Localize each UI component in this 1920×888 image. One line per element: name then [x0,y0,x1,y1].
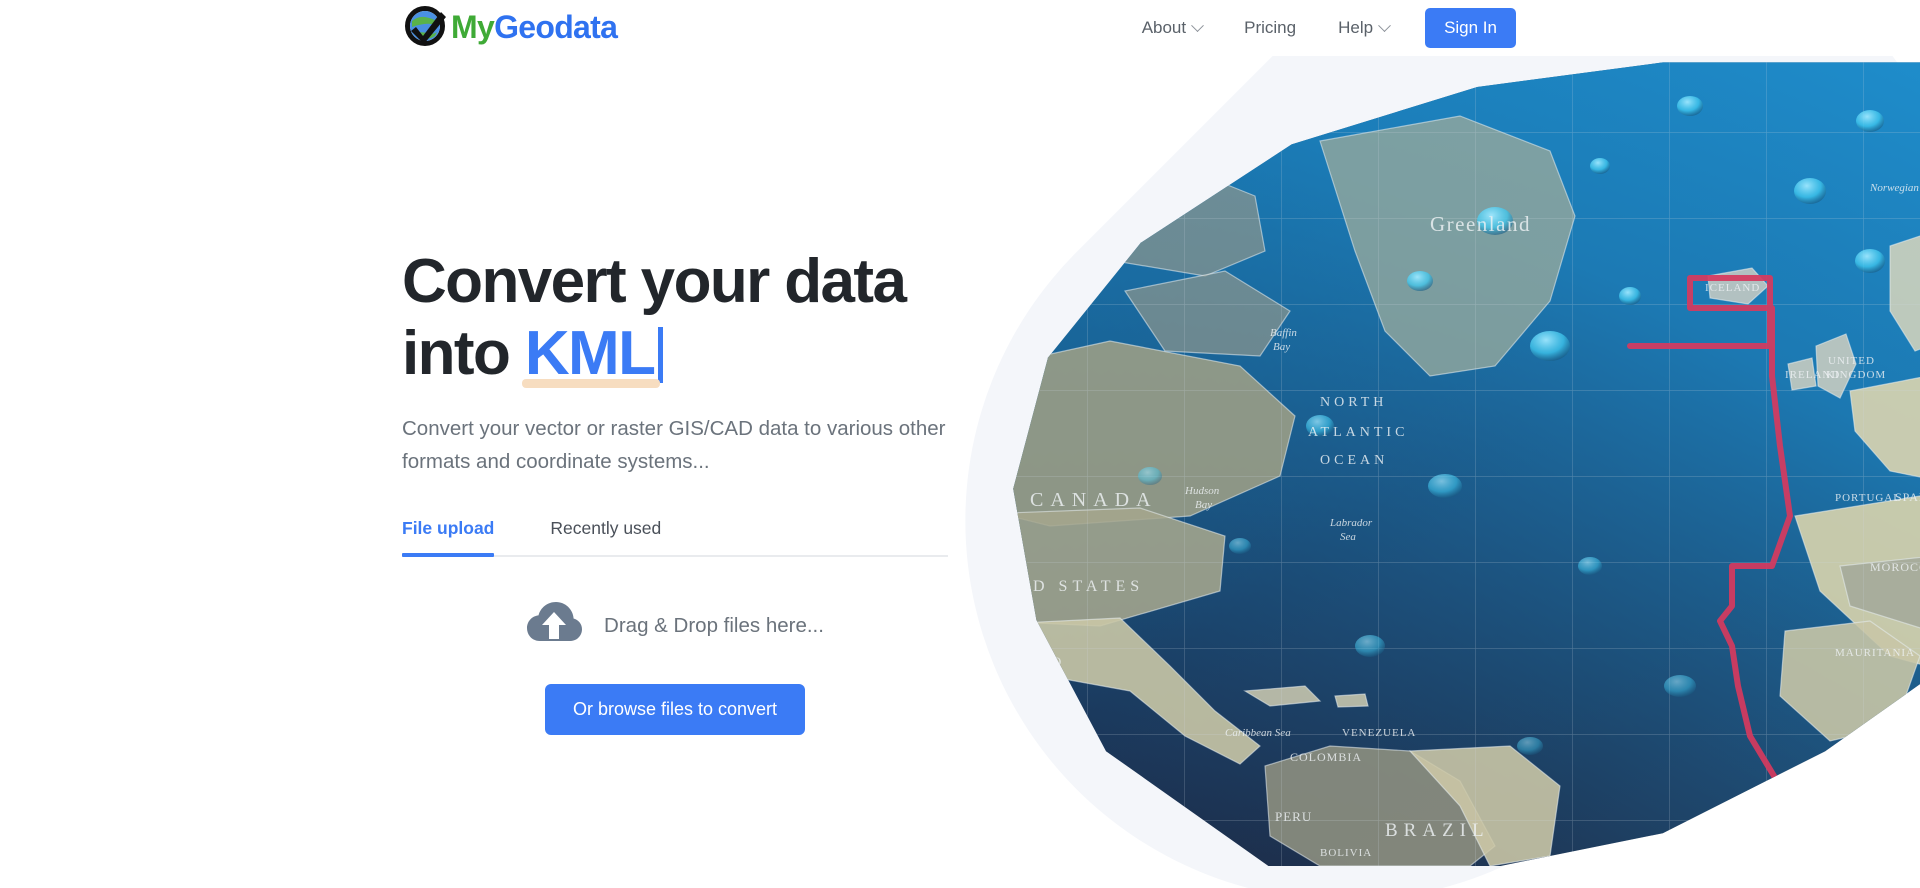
main-navigation: About Pricing Help Sign In [1121,0,1516,56]
dropzone-prompt: Drag & Drop files here... [402,601,948,650]
map-label: Baffin [1270,327,1297,339]
logo-text-geodata: Geodata [494,9,618,45]
map-label: OCEAN [1320,453,1388,468]
map-label: CANADA [1030,489,1158,511]
hero-section: Greenland CANADA UNITED STATES MEXICO BR… [0,56,1920,888]
map-label: Labrador [1329,517,1373,529]
map-label: Norwegian Sea [1869,182,1920,194]
upload-tabs: File upload Recently used [402,518,948,558]
map-label: MOROCCO [1870,560,1920,574]
headline-line-1: Convert your data [402,247,907,316]
file-dropzone[interactable]: Drag & Drop files here... Or browse file… [402,557,948,765]
world-map-graphic: Greenland CANADA UNITED STATES MEXICO BR… [1013,62,1920,866]
dropzone-text: Drag & Drop files here... [604,613,824,637]
nav-item-pricing[interactable]: Pricing [1223,0,1317,56]
page-root: MyGeodata About Pricing Help Sign In Gre… [0,0,1920,888]
map-label: SPAIN [1895,490,1920,504]
globe-checkmark-icon [404,5,448,49]
map-label: KINGDOM [1826,369,1886,381]
typing-caret [658,326,664,383]
nav-label-about: About [1141,18,1187,37]
nav-label-pricing: Pricing [1244,18,1297,37]
map-label: COLOMBIA [1290,750,1362,764]
sign-in-button[interactable]: Sign In [1425,8,1516,48]
map-label: Greenland [1430,212,1531,236]
map-label: BRAZIL [1385,820,1490,841]
map-label: BOLIVIA [1320,847,1372,859]
map-label: PORTUGAL [1835,492,1901,504]
headline-line-2-prefix: into [402,318,525,388]
nav-item-about[interactable]: About [1121,0,1223,56]
map-label: ATLANTIC [1308,425,1408,440]
hero-content: Convert your data into KML Convert your … [402,246,962,765]
logo-wordmark: MyGeodata [451,9,618,45]
headline-format-highlight: KML [524,318,656,388]
chevron-down-icon [1191,18,1204,32]
logo-text-my: My [451,9,495,45]
chevron-down-icon [1378,18,1391,32]
map-label: Hudson [1184,485,1220,497]
site-header: MyGeodata About Pricing Help Sign In [0,0,1920,56]
hero-map-image: Greenland CANADA UNITED STATES MEXICO BR… [1013,62,1920,866]
cloud-upload-icon [526,601,583,650]
nav-label-help: Help [1338,18,1374,37]
page-title: Convert your data into KML [402,246,962,390]
headline-highlight-wrap: KML [521,318,661,390]
map-label: Bay [1195,499,1212,511]
map-label: VENEZUELA [1342,727,1416,739]
map-label: Caribbean Sea [1225,727,1291,739]
map-label: ICELAND [1705,282,1760,294]
logo-link[interactable]: MyGeodata [404,4,618,50]
hero-subtitle: Convert your vector or raster GIS/CAD da… [402,416,946,474]
map-label: Bay [1273,341,1290,353]
map-label: MAURITANIA [1835,647,1915,659]
map-label: PERU [1275,809,1312,824]
browse-files-button[interactable]: Or browse files to convert [544,684,806,736]
map-label: NORTH [1320,395,1387,410]
map-label: UNITED [1828,355,1875,367]
nav-item-help[interactable]: Help [1317,0,1410,56]
map-label: Sea [1340,531,1356,543]
tab-file-upload[interactable]: File upload [402,518,495,558]
tab-recently-used[interactable]: Recently used [550,518,661,555]
